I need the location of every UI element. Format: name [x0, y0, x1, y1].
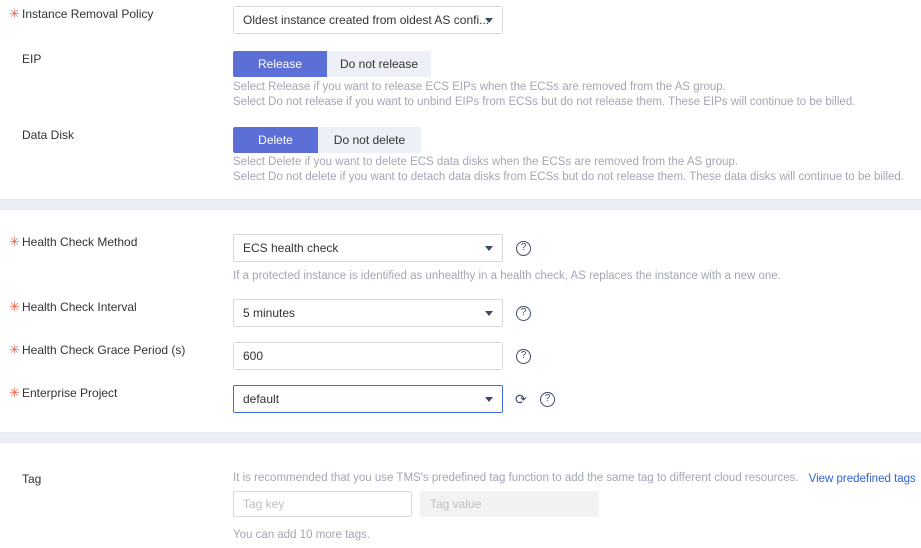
tag-description-text: It is recommended that you use TMS's pre… [233, 472, 799, 484]
data-disk-toggle-group: Delete Do not delete [233, 127, 421, 153]
data-disk-option-do-not-delete[interactable]: Do not delete [318, 127, 421, 153]
label-instance-removal-policy: ✳ Instance Removal Policy [9, 6, 222, 22]
form-row-instance-removal-policy: ✳ Instance Removal Policy Oldest instanc… [0, 6, 921, 34]
eip-toggle-group: Release Do not release [233, 51, 431, 77]
enterprise-project-select[interactable]: default [233, 385, 503, 413]
label-text: Data Disk [22, 128, 75, 142]
chevron-down-icon [485, 311, 493, 316]
tag-value-placeholder: Tag value [430, 497, 482, 511]
question-circle-icon[interactable]: ? [516, 305, 531, 321]
chevron-down-icon [485, 18, 493, 23]
health-check-interval-select[interactable]: 5 minutes [233, 299, 503, 327]
data-disk-hint: Select Delete if you want to delete ECS … [233, 155, 904, 185]
chevron-down-icon [485, 246, 493, 251]
tag-remaining-note: You can add 10 more tags. [233, 528, 370, 543]
health-check-method-select[interactable]: ECS health check [233, 234, 503, 262]
tag-remaining-note-text: You can add 10 more tags. [233, 529, 371, 541]
label-health-check-interval: ✳ Health Check Interval [9, 299, 222, 315]
eip-option-release[interactable]: Release [233, 51, 327, 77]
required-star-icon: ✳ [9, 234, 20, 249]
health-check-method-hint: If a protected instance is identified as… [233, 269, 781, 284]
label-eip: EIP [22, 51, 222, 67]
data-disk-hint-line-1: Select Delete if you want to delete ECS … [233, 156, 738, 168]
instance-removal-policy-select[interactable]: Oldest instance created from oldest AS c… [233, 6, 503, 34]
field-health-check-interval: 5 minutes ? [233, 299, 531, 327]
tag-key-placeholder: Tag key [243, 497, 285, 511]
label-data-disk: Data Disk [22, 127, 222, 143]
field-health-check-grace-period: 600 ? [233, 342, 531, 370]
label-text: Tag [22, 472, 42, 486]
enterprise-project-value: default [243, 392, 280, 406]
label-text: Health Check Grace Period (s) [22, 343, 186, 357]
health-check-grace-period-input[interactable]: 600 [233, 342, 503, 370]
field-enterprise-project: default ⟳ ? [233, 385, 555, 413]
eip-option-do-not-release[interactable]: Do not release [327, 51, 431, 77]
question-circle-icon[interactable]: ? [516, 348, 531, 364]
field-data-disk: Delete Do not delete [233, 127, 421, 153]
label-text: EIP [22, 52, 42, 66]
tag-description-line: It is recommended that you use TMS's pre… [233, 471, 921, 486]
label-health-check-grace-period: ✳ Health Check Grace Period (s) [9, 342, 222, 358]
tag-value-input[interactable]: Tag value [420, 491, 599, 517]
required-star-icon: ✳ [9, 342, 20, 357]
health-check-interval-value: 5 minutes [243, 306, 296, 320]
eip-hint-line-2: Select Do not release if you want to unb… [233, 96, 856, 108]
question-circle-icon[interactable]: ? [540, 391, 555, 407]
tag-input-row: Tag key Tag value [233, 491, 599, 517]
health-check-method-value: ECS health check [243, 241, 339, 255]
section-divider-1 [0, 199, 921, 210]
data-disk-hint-line-2: Select Do not delete if you want to deta… [233, 171, 904, 183]
label-text: Health Check Interval [22, 300, 137, 314]
label-health-check-method: ✳ Health Check Method [9, 234, 222, 250]
question-circle-icon[interactable]: ? [516, 240, 531, 256]
required-star-icon: ✳ [9, 385, 20, 400]
field-instance-removal-policy: Oldest instance created from oldest AS c… [233, 6, 503, 34]
field-health-check-method: ECS health check ? [233, 234, 531, 262]
health-check-method-hint-text: If a protected instance is identified as… [233, 270, 781, 282]
eip-hint-line-1: Select Release if you want to release EC… [233, 81, 726, 93]
refresh-icon[interactable]: ⟳ [515, 392, 528, 406]
as-group-settings-form: ✳ Instance Removal Policy Oldest instanc… [0, 0, 921, 548]
label-enterprise-project: ✳ Enterprise Project [9, 385, 222, 401]
label-text: Enterprise Project [22, 386, 118, 400]
view-predefined-tags-link[interactable]: View predefined tags [809, 473, 916, 485]
data-disk-option-delete[interactable]: Delete [233, 127, 318, 153]
label-text: Instance Removal Policy [22, 7, 154, 21]
chevron-down-icon [485, 397, 493, 402]
field-eip: Release Do not release [233, 51, 431, 77]
label-tag: Tag [22, 471, 222, 487]
label-text: Health Check Method [22, 235, 138, 249]
section-divider-2 [0, 432, 921, 443]
required-star-icon: ✳ [9, 299, 20, 314]
instance-removal-policy-value: Oldest instance created from oldest AS c… [243, 13, 490, 27]
eip-hint: Select Release if you want to release EC… [233, 80, 855, 110]
required-star-icon: ✳ [9, 6, 20, 21]
health-check-grace-period-value: 600 [243, 349, 264, 363]
tag-key-input[interactable]: Tag key [233, 491, 412, 517]
